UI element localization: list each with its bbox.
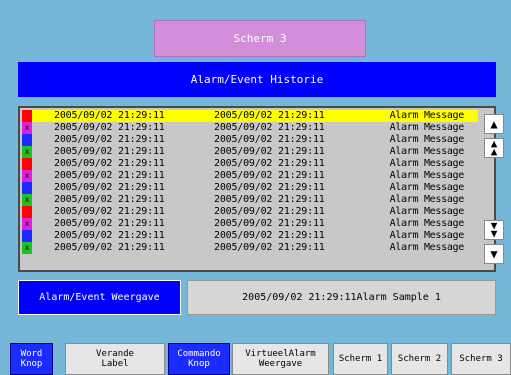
alarm-restore-time: 2005/09/02 21:29:11 xyxy=(214,242,325,253)
alarm-message: Alarm Message xyxy=(389,194,465,205)
alarm-color-swatch xyxy=(22,206,32,218)
alarm-color-swatch xyxy=(22,158,32,170)
virtueel-alarm-weergave-button[interactable]: VirtueelAlarm Weergave xyxy=(232,343,329,375)
alarm-restore-time: 2005/09/02 21:29:11 xyxy=(214,182,325,193)
alarm-event-view-button[interactable]: Alarm/Event Weergave xyxy=(18,280,181,315)
alarm-history-header: Alarm/Event Historie xyxy=(18,62,496,97)
alarm-message: Alarm Message xyxy=(389,182,465,193)
table-row[interactable]: x 2005/09/02 21:29:11 2005/09/02 21:29:11 A… xyxy=(22,194,478,206)
alarm-occur-time: 2005/09/02 21:29:11 xyxy=(54,182,165,193)
scroll-down-icon[interactable]: ▼ xyxy=(484,244,504,264)
alarm-restore-time: 2005/09/02 21:29:11 xyxy=(214,206,325,217)
alarm-message: Alarm Message xyxy=(389,218,465,229)
scroll-up-icon[interactable]: ▲ xyxy=(484,114,504,134)
alarm-color-swatch xyxy=(22,134,32,146)
table-row[interactable]: x 2005/09/02 21:29:11 2005/09/02 21:29:11 A… xyxy=(22,170,478,182)
table-row[interactable]: x 2005/09/02 21:29:11 2005/09/02 21:29:11 A… xyxy=(22,242,478,254)
table-row[interactable]: 2005/09/02 21:29:11 2005/09/02 21:29:11 Al… xyxy=(22,134,478,146)
table-row[interactable]: 2005/09/02 21:29:11 2005/09/02 21:29:11 Al… xyxy=(22,206,478,218)
alarm-restore-time: 2005/09/02 21:29:11 xyxy=(214,170,325,181)
alarm-message: Alarm Message xyxy=(389,230,465,241)
alarm-color-swatch xyxy=(22,230,32,242)
alarm-restore-time: 2005/09/02 21:29:11 xyxy=(214,146,325,157)
table-row[interactable]: x 2005/09/02 21:29:11 2005/09/02 21:29:11 A… xyxy=(22,146,478,158)
alarm-restore-time: 2005/09/02 21:29:11 xyxy=(214,230,325,241)
alarm-message: Alarm Message xyxy=(389,206,465,217)
alarm-occur-time: 2005/09/02 21:29:11 xyxy=(54,206,165,217)
alarm-message: Alarm Message xyxy=(389,146,465,157)
alarm-restore-time: 2005/09/02 21:29:11 xyxy=(214,158,325,169)
alarm-color-swatch: x xyxy=(22,170,32,182)
alarm-restore-time: 2005/09/02 21:29:11 xyxy=(214,110,325,121)
alarm-status-display: 2005/09/02 21:29:11Alarm Sample 1 xyxy=(187,280,496,315)
alarm-occur-time: 2005/09/02 21:29:11 xyxy=(54,194,165,205)
alarm-history-list[interactable]: 2005/09/02 21:29:11 2005/09/02 21:29:11 Al… xyxy=(18,106,504,272)
table-row[interactable]: 2005/09/02 21:29:11 2005/09/02 21:29:11 Al… xyxy=(22,182,478,194)
alarm-message: Alarm Message xyxy=(389,242,465,253)
bottom-nav-bar: Word Knop Verande Label Commando Knop Vi… xyxy=(0,343,511,375)
alarm-color-swatch: x xyxy=(22,242,32,254)
alarm-occur-time: 2005/09/02 21:29:11 xyxy=(54,230,165,241)
alarm-occur-time: 2005/09/02 21:29:11 xyxy=(54,170,165,181)
alarm-message: Alarm Message xyxy=(389,110,465,121)
table-row[interactable]: 2005/09/02 21:29:11 2005/09/02 21:29:11 Al… xyxy=(22,110,478,122)
table-row[interactable]: 2005/09/02 21:29:11 2005/09/02 21:29:11 Al… xyxy=(22,158,478,170)
table-row[interactable]: x 2005/09/02 21:29:11 2005/09/02 21:29:11 A… xyxy=(22,122,478,134)
alarm-restore-time: 2005/09/02 21:29:11 xyxy=(214,194,325,205)
alarm-color-swatch: x xyxy=(22,194,32,206)
scherm-2-button[interactable]: Scherm 2 xyxy=(391,343,448,375)
word-knop-button[interactable]: Word Knop xyxy=(10,343,53,375)
verander-label-button[interactable]: Verande Label xyxy=(65,343,165,375)
alarm-occur-time: 2005/09/02 21:29:11 xyxy=(54,134,165,145)
alarm-occur-time: 2005/09/02 21:29:11 xyxy=(54,110,165,121)
alarm-message: Alarm Message xyxy=(389,158,465,169)
alarm-restore-time: 2005/09/02 21:29:11 xyxy=(214,218,325,229)
alarm-message: Alarm Message xyxy=(389,170,465,181)
alarm-message: Alarm Message xyxy=(389,122,465,133)
table-row[interactable]: x 2005/09/02 21:29:11 2005/09/02 21:29:11 A… xyxy=(22,218,478,230)
alarm-color-swatch: x xyxy=(22,218,32,230)
page-down-icon[interactable]: ▼ ▼ xyxy=(484,220,504,240)
alarm-color-swatch xyxy=(22,182,32,194)
alarm-occur-time: 2005/09/02 21:29:11 xyxy=(54,242,165,253)
alarm-color-swatch: x xyxy=(22,122,32,134)
alarm-occur-time: 2005/09/02 21:29:11 xyxy=(54,146,165,157)
commando-knop-button[interactable]: Commando Knop xyxy=(168,343,230,375)
alarm-occur-time: 2005/09/02 21:29:11 xyxy=(54,218,165,229)
alarm-restore-time: 2005/09/02 21:29:11 xyxy=(214,134,325,145)
alarm-occur-time: 2005/09/02 21:29:11 xyxy=(54,122,165,133)
scherm-1-button[interactable]: Scherm 1 xyxy=(333,343,388,375)
alarm-message: Alarm Message xyxy=(389,134,465,145)
scherm-3-button[interactable]: Scherm 3 xyxy=(451,343,511,375)
alarm-color-swatch xyxy=(22,110,32,122)
table-row[interactable]: 2005/09/02 21:29:11 2005/09/02 21:29:11 Al… xyxy=(22,230,478,242)
alarm-restore-time: 2005/09/02 21:29:11 xyxy=(214,122,325,133)
page-up-icon[interactable]: ▲ ▲ xyxy=(484,138,504,158)
screen-title: Scherm 3 xyxy=(154,20,366,57)
alarm-occur-time: 2005/09/02 21:29:11 xyxy=(54,158,165,169)
alarm-color-swatch: x xyxy=(22,146,32,158)
